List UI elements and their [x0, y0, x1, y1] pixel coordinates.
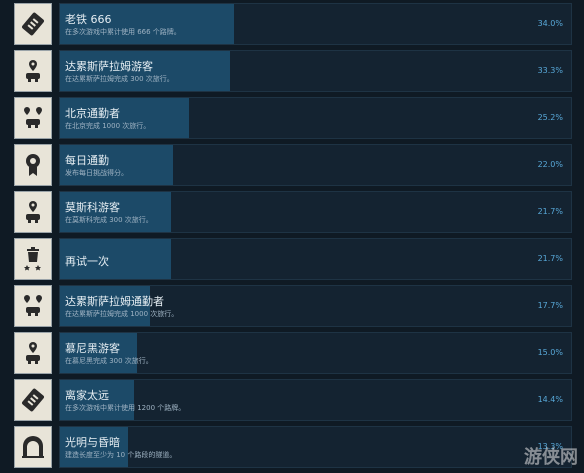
progress-track: 光明与昏暗 建造长度至少为 10 个路段的隧道。 13.3% — [59, 426, 572, 468]
progress-track: 慕尼黑游客 在慕尼黑完成 300 次旅行。 15.0% — [59, 332, 572, 374]
achievement-row[interactable]: 光明与昏暗 建造长度至少为 10 个路段的隧道。 13.3% — [8, 426, 572, 468]
achievement-row[interactable]: 莫斯科游客 在莫斯科完成 300 次旅行。 21.7% — [8, 191, 572, 233]
achievement-row[interactable]: 离家太远 在多次游戏中累计使用 1200 个路牌。 14.4% — [8, 379, 572, 421]
map-pin-car-icon — [14, 191, 52, 233]
progress-track: 离家太远 在多次游戏中累计使用 1200 个路牌。 14.4% — [59, 379, 572, 421]
achievement-desc: 在北京完成 1000 次旅行。 — [65, 122, 151, 130]
progress-track: 莫斯科游客 在莫斯科完成 300 次旅行。 21.7% — [59, 191, 572, 233]
achievement-desc: 在慕尼黑完成 300 次旅行。 — [65, 357, 153, 365]
achievement-percent: 21.7% — [537, 254, 563, 263]
progress-track: 达累斯萨拉姆游客 在达累斯萨拉姆完成 300 次旅行。 33.3% — [59, 50, 572, 92]
achievement-percent: 21.7% — [537, 207, 563, 216]
achievement-percent: 14.4% — [537, 395, 563, 404]
achievement-percent: 15.0% — [537, 348, 563, 357]
tickets-icon — [14, 379, 52, 421]
achievement-desc: 在多次游戏中累计使用 1200 个路牌。 — [65, 404, 186, 412]
achievement-title: 老铁 666 — [65, 13, 112, 26]
achievement-title: 达累斯萨拉姆通勤者 — [65, 295, 164, 308]
watermark-logo: 游侠网 — [524, 447, 578, 468]
achievement-row[interactable]: 达累斯萨拉姆通勤者 在达累斯萨拉姆完成 1000 次旅行。 17.7% — [8, 285, 572, 327]
achievement-percent: 34.0% — [537, 19, 563, 28]
map-pins-car-icon — [14, 285, 52, 327]
tickets-icon — [14, 3, 52, 45]
achievement-desc: 在达累斯萨拉姆完成 1000 次旅行。 — [65, 310, 179, 318]
achievement-title: 离家太远 — [65, 389, 109, 402]
progress-track: 再试一次 21.7% — [59, 238, 572, 280]
map-pin-car-icon — [14, 332, 52, 374]
achievement-desc: 在多次游戏中累计使用 666 个路牌。 — [65, 28, 181, 36]
achievement-title: 慕尼黑游客 — [65, 342, 120, 355]
achievement-row[interactable]: 再试一次 21.7% — [8, 238, 572, 280]
achievement-row[interactable]: 每日通勤 发布每日挑战得分。 22.0% — [8, 144, 572, 186]
achievement-percent: 25.2% — [537, 113, 563, 122]
achievement-row[interactable]: 慕尼黑游客 在慕尼黑完成 300 次旅行。 15.0% — [8, 332, 572, 374]
trash-stars-icon — [14, 238, 52, 280]
achievement-title: 莫斯科游客 — [65, 201, 120, 214]
achievement-desc: 在莫斯科完成 300 次旅行。 — [65, 216, 153, 224]
achievement-row[interactable]: 老铁 666 在多次游戏中累计使用 666 个路牌。 34.0% — [8, 3, 572, 45]
achievement-percent: 17.7% — [537, 301, 563, 310]
achievement-list: 老铁 666 在多次游戏中累计使用 666 个路牌。 34.0% 达累斯萨拉姆游… — [0, 0, 584, 473]
map-pin-car-icon — [14, 50, 52, 92]
achievement-title: 每日通勤 — [65, 154, 109, 167]
achievement-row[interactable]: 达累斯萨拉姆游客 在达累斯萨拉姆完成 300 次旅行。 33.3% — [8, 50, 572, 92]
achievement-desc: 发布每日挑战得分。 — [65, 169, 128, 177]
progress-track: 达累斯萨拉姆通勤者 在达累斯萨拉姆完成 1000 次旅行。 17.7% — [59, 285, 572, 327]
achievement-title: 再试一次 — [65, 255, 109, 268]
tunnel-icon — [14, 426, 52, 468]
achievement-title: 达累斯萨拉姆游客 — [65, 60, 153, 73]
progress-track: 北京通勤者 在北京完成 1000 次旅行。 25.2% — [59, 97, 572, 139]
achievement-desc: 建造长度至少为 10 个路段的隧道。 — [65, 451, 177, 459]
medal-icon — [14, 144, 52, 186]
achievement-percent: 22.0% — [537, 160, 563, 169]
achievement-percent: 33.3% — [537, 66, 563, 75]
progress-track: 老铁 666 在多次游戏中累计使用 666 个路牌。 34.0% — [59, 3, 572, 45]
map-pins-car-icon — [14, 97, 52, 139]
achievement-row[interactable]: 北京通勤者 在北京完成 1000 次旅行。 25.2% — [8, 97, 572, 139]
progress-track: 每日通勤 发布每日挑战得分。 22.0% — [59, 144, 572, 186]
achievement-title: 北京通勤者 — [65, 107, 120, 120]
achievement-title: 光明与昏暗 — [65, 436, 120, 449]
achievement-desc: 在达累斯萨拉姆完成 300 次旅行。 — [65, 75, 174, 83]
